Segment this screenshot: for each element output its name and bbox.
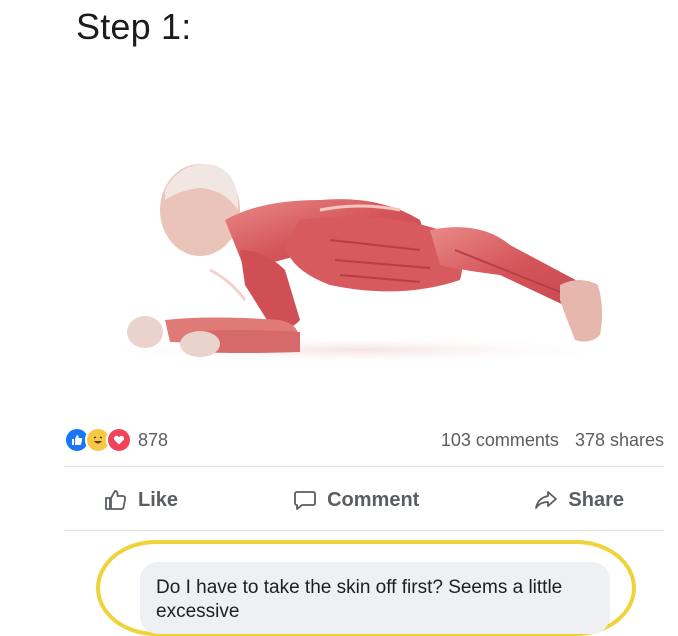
comment-bubble[interactable]: Do I have to take the skin off first? Se… xyxy=(140,562,610,634)
divider xyxy=(64,530,664,531)
reactions-summary: 878 103 comments 378 shares xyxy=(64,424,664,456)
thumbs-up-icon xyxy=(105,490,126,510)
shares-count-link[interactable]: 378 shares xyxy=(575,430,664,451)
comment-button[interactable]: Comment xyxy=(293,488,419,512)
comment-section: Do I have to take the skin off first? Se… xyxy=(96,540,636,636)
post-actions: Like Comment Share xyxy=(64,478,664,522)
share-label: Share xyxy=(568,488,624,511)
comment-label: Comment xyxy=(327,488,420,511)
share-arrow-icon xyxy=(535,491,558,509)
love-reaction-icon xyxy=(106,427,132,453)
comment-bubble-icon xyxy=(294,491,316,510)
post-title: Step 1: xyxy=(76,6,192,47)
comments-count-link[interactable]: 103 comments xyxy=(441,430,559,451)
like-label: Like xyxy=(138,488,179,511)
share-button[interactable]: Share xyxy=(534,488,624,512)
like-button[interactable]: Like xyxy=(104,488,178,512)
plank-muscle-figure xyxy=(90,164,630,364)
reaction-count: 878 xyxy=(138,429,169,450)
anatomy-image xyxy=(0,70,678,410)
reactions-count-group[interactable]: 878 xyxy=(64,427,168,453)
reaction-icons xyxy=(64,427,132,453)
comment-text: Do I have to take the skin off first? Se… xyxy=(156,577,563,622)
divider xyxy=(64,466,664,467)
